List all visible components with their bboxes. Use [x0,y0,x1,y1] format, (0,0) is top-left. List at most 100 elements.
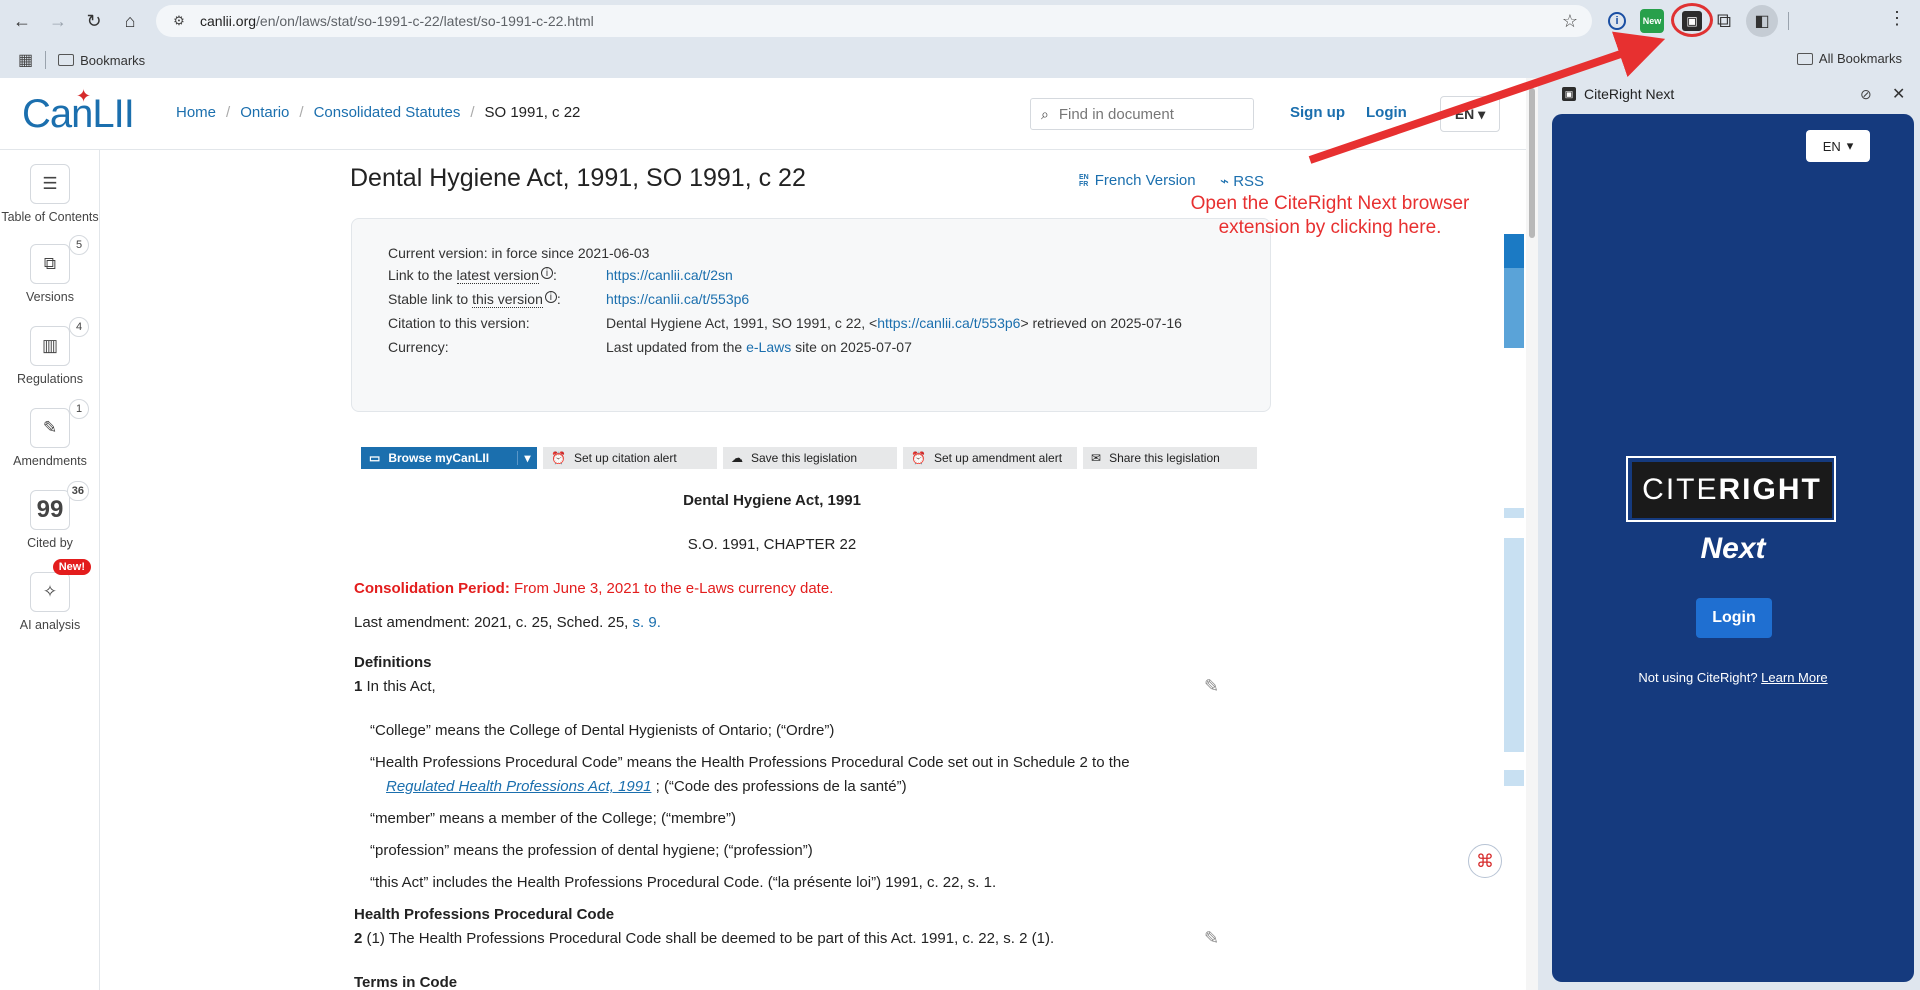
panel-language-select[interactable]: EN ▾ [1806,130,1870,162]
stable-url-link[interactable]: https://canlii.ca/t/553p6 [606,291,749,307]
toolbar-divider [1788,12,1789,30]
breadcrumb-consolidated-statutes[interactable]: Consolidated Statutes [314,104,461,121]
all-bookmarks-label: All Bookmarks [1818,51,1902,66]
share-label: Share this legislation [1109,451,1220,465]
page-scrollbar[interactable] [1526,78,1538,990]
forward-icon[interactable]: → [44,7,72,35]
chart-icon: ▥ 4 [30,317,89,366]
consolidation-period: Consolidation Period: From June 3, 2021 … [354,580,834,597]
last-amendment: Last amendment: 2021, c. 25, Sched. 25, … [354,614,661,631]
citation-pre: Dental Hygiene Act, 1991, SO 1991, c 22,… [606,315,878,331]
latest-version-term[interactable]: latest version [456,267,539,284]
sidebar-item-versions[interactable]: ⧉ 5 Versions [0,235,100,304]
current-version: Current version: in force since 2021-06-… [388,245,650,261]
apps-grid-icon[interactable]: ▦ [18,50,33,70]
scroll-thumb[interactable] [1529,88,1535,238]
password-manager-icon[interactable]: i [1608,12,1626,30]
amendment-alert-label: Set up amendment alert [933,451,1063,465]
section-2: 2 (1) The Health Professions Procedural … [354,930,1054,947]
breadcrumb-home[interactable]: Home [176,104,216,121]
bookmarks-divider [45,51,47,69]
currency-post: site on 2025-07-07 [791,339,912,355]
currency-value: Last updated from the e-Laws site on 202… [606,339,912,355]
info-icon[interactable]: i [544,291,557,303]
language-label: EN [1454,106,1475,122]
browser-menu-icon[interactable]: ⋮ [1888,8,1906,29]
maple-leaf-icon: ✦ [76,86,91,106]
citation-alert-button[interactable]: ⏰ Set up citation alert [543,447,717,469]
citation-label: Citation to this version: [388,315,530,331]
sidebar-item-table-of-contents[interactable]: ☰ Table of Contents [0,164,100,224]
folder-icon [1796,52,1813,65]
new-extension-icon[interactable]: New [1640,9,1664,33]
latest-url-link[interactable]: https://canlii.ca/t/2sn [606,267,733,283]
french-version-link[interactable]: EN FR French Version [1079,172,1196,189]
latest-version-url[interactable]: https://canlii.ca/t/2sn [606,267,733,283]
panel-language-label: EN [1822,138,1841,154]
breadcrumb-ontario[interactable]: Ontario [240,104,289,121]
chapter: S.O. 1991, CHAPTER 22 [687,536,857,553]
signup-link[interactable]: Sign up [1290,104,1345,121]
rhpa-link[interactable]: Regulated Health Professions Act, 1991 [386,778,651,795]
document-edit-icon: ✎ 1 [30,399,89,448]
act-name: Dental Hygiene Act, 1991 [683,492,861,509]
sidebar-item-ai-analysis[interactable]: ✧ New! AI analysis [0,559,100,632]
citeright-next-label: Next [1700,532,1766,565]
back-icon[interactable]: ← [8,7,36,35]
rss-link[interactable]: ⌁ RSS [1220,172,1264,190]
amendment-section-link[interactable]: s. 9 [633,614,657,631]
stable-url[interactable]: https://canlii.ca/t/553p6 [606,291,749,307]
document-info-box: Current version: in force since 2021-06-… [351,218,1271,412]
panel-login-button[interactable]: Login [1696,598,1772,638]
hppc-heading: Health Professions Procedural Code [354,906,615,923]
citation-url-link[interactable]: https://canlii.ca/t/553p6 [877,315,1020,331]
section-1: 1 In this Act, [354,678,436,695]
save-legislation-button[interactable]: ☁ Save this legislation [723,447,897,469]
bookmark-star-icon[interactable]: ☆ [1562,11,1578,32]
pdf-icon[interactable]: ⌘ [1468,844,1502,878]
bookmarks-folder[interactable]: Bookmarks [58,53,145,68]
reload-icon[interactable]: ↻ [80,7,108,35]
browse-mycanlii-button[interactable]: ▭ Browse myCanLII ▾ [361,447,537,469]
sidebar-item-amendments[interactable]: ✎ 1 Amendments [0,399,100,468]
amendment-alert-button[interactable]: ⏰ Set up amendment alert [903,447,1077,469]
this-version-term[interactable]: this version [472,291,543,308]
side-panel-icon[interactable]: ◧ [1746,5,1778,37]
citation-value: Dental Hygiene Act, 1991, SO 1991, c 22,… [606,315,1182,331]
document-minimap[interactable] [1504,78,1526,990]
browse-label: Browse myCanLII [388,451,490,465]
breadcrumb-current: SO 1991, c 22 [484,104,581,121]
currency-date-link[interactable]: e-Laws currency date [686,580,829,597]
extensions-puzzle-icon[interactable]: ⧉ [1710,7,1738,35]
terms-heading: Terms in Code [354,974,458,990]
cloud-upload-icon: ☁ [731,451,743,465]
address-bar[interactable]: ⚙ canlii.org/en/on/laws/stat/so-1991-c-2… [156,5,1592,37]
minimap-marker [1504,538,1524,752]
url-host: canlii.org [200,13,257,29]
edit-note-icon[interactable]: ✎ [1204,928,1219,949]
learn-more-link[interactable]: Learn More [1761,670,1827,685]
language-select[interactable]: EN ▾ [1440,96,1500,132]
sidebar-item-cited-by[interactable]: 99 36 Cited by [0,481,100,550]
currency-label: Currency: [388,339,449,355]
all-bookmarks[interactable]: All Bookmarks [1796,51,1902,66]
page-title: Dental Hygiene Act, 1991, SO 1991, c 22 [350,164,806,192]
bookmarks-bar: ▦ Bookmarks All Bookmarks [0,42,1920,78]
logo-cite: CITE [1642,473,1719,506]
share-legislation-button[interactable]: ✉ Share this legislation [1083,447,1257,469]
home-icon[interactable]: ⌂ [116,7,144,35]
edit-note-icon[interactable]: ✎ [1204,676,1219,697]
unpin-icon[interactable]: ⊘ [1860,86,1872,103]
info-icon[interactable]: i [540,267,553,279]
definition-hppc: “Health Professions Procedural Code” mea… [370,754,1130,771]
sidebar-item-regulations[interactable]: ▥ 4 Regulations [0,317,100,386]
login-link[interactable]: Login [1366,104,1407,121]
e-laws-link[interactable]: e-Laws [746,339,791,355]
site-info-icon[interactable]: ⚙ [170,12,188,30]
close-icon[interactable]: ✕ [1892,84,1905,104]
envelope-icon: ✉ [1091,451,1102,465]
sidebar-item-label: Amendments [13,454,87,468]
find-in-document-input[interactable]: ⌕ Find in document [1030,98,1254,130]
chevron-down-icon[interactable]: ▾ [517,451,537,465]
canlii-logo[interactable]: CanLII ✦ [22,86,135,137]
